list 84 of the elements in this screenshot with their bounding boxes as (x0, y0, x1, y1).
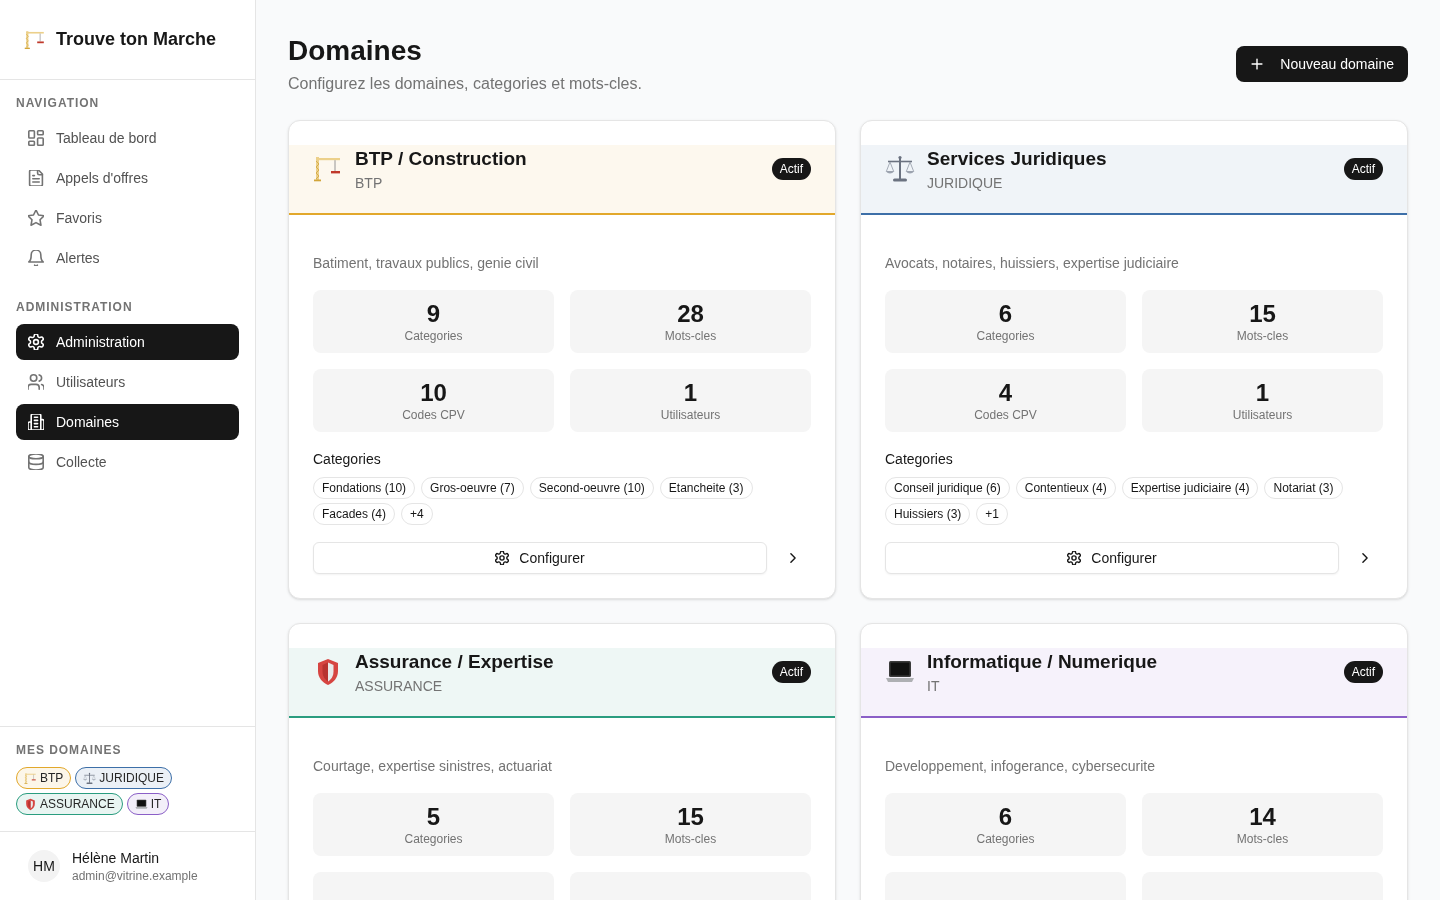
user-email: admin@vitrine.example (72, 868, 198, 884)
domain-badge[interactable]: IT (126, 793, 170, 815)
laptop-icon (134, 797, 148, 811)
new-domain-button[interactable]: Nouveau domaine (1236, 46, 1408, 82)
nav-item[interactable]: Utilisateurs (16, 364, 239, 400)
stat-label: Utilisateurs (660, 406, 721, 423)
nav-item[interactable]: Tableau de bord (16, 120, 239, 156)
domain-code: IT (927, 677, 941, 696)
stat-value: 15 (677, 802, 704, 831)
stat-label: Mots-cles (664, 327, 717, 344)
crane-icon (313, 154, 343, 184)
crane-icon (24, 771, 37, 785)
stat-value: 4 (998, 378, 1013, 407)
stat-value: 14 (1249, 802, 1276, 831)
nav-item[interactable]: Appels d'offres (16, 160, 239, 196)
configure-button[interactable]: Configurer (885, 542, 1339, 574)
nav-item[interactable]: Collecte (16, 444, 239, 480)
section-label: ADMINISTRATION (16, 299, 134, 315)
building-icon (28, 414, 44, 430)
stat-value: 5 (426, 802, 441, 831)
domain-code: ASSURANCE (355, 677, 444, 696)
domain-description: Courtage, expertise sinistres, actuariat (313, 757, 553, 776)
stat-value: 15 (1249, 299, 1276, 328)
settings-icon (28, 334, 44, 350)
domain-description: Batiment, travaux publics, genie civil (313, 254, 540, 273)
domain-description: Avocats, notaires, huissiers, expertise judiciaire (885, 254, 1180, 273)
database-icon (28, 454, 44, 470)
stat-value: 1 (683, 378, 698, 407)
categories-label: Categories (313, 450, 382, 469)
domain-name: Services Juridiques (927, 147, 1107, 171)
stat-label: Categories (976, 830, 1035, 847)
nav-item[interactable]: Administration (16, 324, 239, 360)
section-label: MES DOMAINES (16, 742, 123, 758)
domain-name: BTP / Construction (355, 147, 527, 171)
avatar: HM (28, 850, 60, 882)
stat-value: 1 (1255, 378, 1270, 407)
stat-label: Mots-cles (664, 830, 717, 847)
stat-value: 6 (998, 299, 1013, 328)
nav-item[interactable]: Favoris (16, 200, 239, 236)
stat-label: Codes CPV (402, 406, 465, 423)
stat-label: Mots-cles (1236, 830, 1289, 847)
domain-badge[interactable]: JURIDIQUE (75, 767, 172, 789)
document-icon (28, 170, 44, 186)
stat-label: Categories (404, 830, 463, 847)
page-subtitle: Configurez les domaines, categories et mots-cles. (288, 74, 642, 94)
domain-name: Informatique / Numerique (927, 650, 1158, 674)
scales-icon (83, 771, 97, 785)
settings-icon (495, 551, 510, 565)
stat-label: Mots-cles (1236, 327, 1289, 344)
nav-item[interactable]: Alertes (16, 240, 239, 276)
users-icon (28, 374, 44, 390)
shield-icon (24, 797, 37, 811)
stat-value: 10 (420, 378, 447, 407)
domain-badge[interactable]: BTP (16, 767, 72, 789)
stat-value: 9 (426, 299, 441, 328)
domain-description: Developpement, infogerance, cybersecurite (885, 757, 1157, 776)
scales-icon (885, 154, 915, 184)
domain-code: BTP (355, 174, 384, 193)
stat-value: 28 (677, 299, 704, 328)
stat-label: Utilisateurs (1232, 406, 1293, 423)
nav-item[interactable]: Domaines (16, 404, 239, 440)
crane-icon (24, 28, 46, 51)
stat-label: Categories (404, 327, 463, 344)
status-badge: Actif (1343, 158, 1383, 180)
page-title: Domaines (288, 34, 423, 68)
stat-label: Codes CPV (974, 406, 1037, 423)
categories-label: Categories (885, 450, 954, 469)
domain-name: Assurance / Expertise (355, 650, 554, 674)
plus-icon (1250, 57, 1265, 71)
status-badge: Actif (771, 661, 811, 683)
star-icon (28, 210, 44, 226)
bell-icon (28, 250, 44, 266)
status-badge: Actif (1343, 661, 1383, 683)
domain-badge[interactable]: ASSURANCE (16, 793, 123, 815)
configure-button[interactable]: Configurer (313, 542, 767, 574)
section-label: NAVIGATION (16, 95, 101, 111)
domain-code: JURIDIQUE (927, 174, 1004, 193)
user-name: Hélène Martin (72, 849, 161, 868)
stat-value: 6 (998, 802, 1013, 831)
settings-icon (1067, 551, 1082, 565)
status-badge: Actif (771, 158, 811, 180)
app-name: Trouve ton Marche (56, 28, 217, 51)
stat-label: Categories (976, 327, 1035, 344)
layout-grid-icon (28, 130, 44, 146)
